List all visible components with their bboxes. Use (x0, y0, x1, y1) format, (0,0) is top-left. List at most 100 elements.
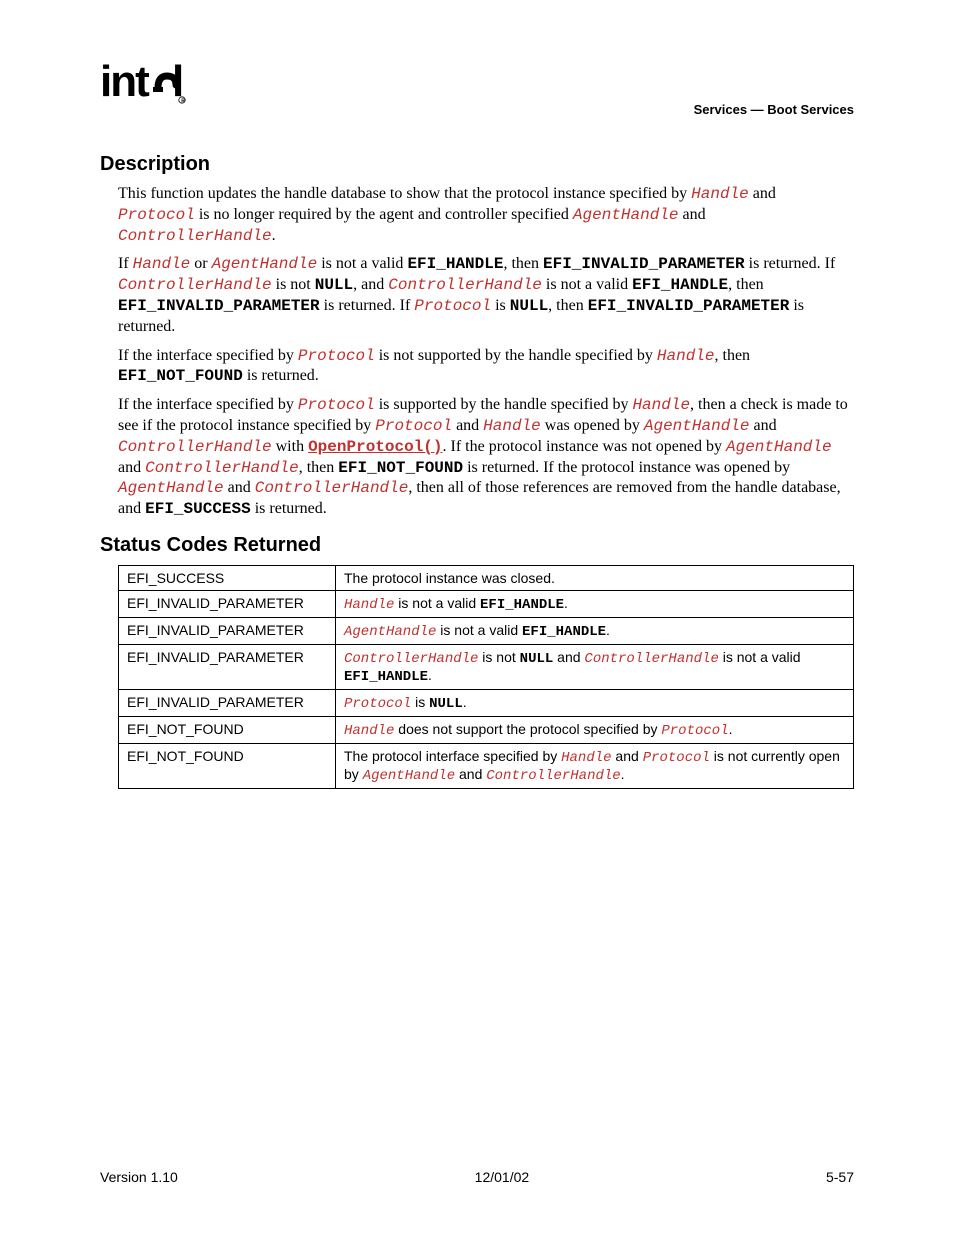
param-handle: Handle (632, 396, 690, 414)
param-handle: Handle (483, 417, 541, 435)
status-code: EFI_NOT_FOUND (119, 716, 336, 743)
description-heading: Description (100, 153, 854, 176)
text: is not a valid (394, 595, 480, 611)
text: The protocol interface specified by (344, 748, 561, 764)
text: is (411, 694, 429, 710)
param-protocol: Protocol (298, 347, 375, 365)
param: ControllerHandle (344, 651, 478, 667)
param-controllerhandle: ControllerHandle (118, 438, 272, 456)
status-description: ControllerHandle is not NULL and Control… (336, 644, 854, 689)
text: and (749, 185, 776, 202)
footer-version: Version 1.10 (100, 1169, 178, 1185)
text: and (750, 417, 777, 434)
description-paragraph-3: If the interface specified by Protocol i… (100, 346, 854, 388)
const-efi-success: EFI_SUCCESS (145, 500, 251, 518)
text: with (272, 438, 308, 455)
status-description: Handle is not a valid EFI_HANDLE. (336, 590, 854, 617)
text: . (729, 721, 733, 737)
param-agenthandle: AgentHandle (212, 255, 318, 273)
status-code: EFI_SUCCESS (119, 565, 336, 590)
param: Protocol (643, 750, 710, 766)
text: is no longer required by the agent and c… (195, 206, 573, 223)
table-row: EFI_INVALID_PARAMETER AgentHandle is not… (119, 617, 854, 644)
text: , then (715, 347, 751, 364)
status-codes-heading: Status Codes Returned (100, 534, 854, 557)
text: is returned. If (745, 255, 836, 272)
const-null: NULL (510, 297, 548, 315)
intel-logo: int l R (100, 60, 190, 117)
text: is returned. (243, 367, 319, 384)
param-agenthandle: AgentHandle (644, 417, 750, 435)
text: If the interface specified by (118, 347, 298, 364)
param-protocol: Protocol (414, 297, 491, 315)
description-paragraph-4: If the interface specified by Protocol i… (100, 395, 854, 520)
param-protocol: Protocol (118, 206, 195, 224)
text: is not a valid (436, 622, 522, 638)
text: . (463, 694, 467, 710)
text: is not (478, 649, 519, 665)
status-description: Protocol is NULL. (336, 689, 854, 716)
param-controllerhandle: ControllerHandle (118, 227, 272, 245)
param: Protocol (344, 696, 411, 712)
status-code: EFI_INVALID_PARAMETER (119, 689, 336, 716)
text: , then (299, 459, 339, 476)
table-row: EFI_NOT_FOUND Handle does not support th… (119, 716, 854, 743)
status-description: The protocol interface specified by Hand… (336, 743, 854, 788)
param: Protocol (661, 723, 728, 739)
text: and (455, 766, 486, 782)
text: . (428, 667, 432, 683)
const: NULL (429, 696, 463, 712)
status-code: EFI_INVALID_PARAMETER (119, 617, 336, 644)
text: , then (548, 297, 588, 314)
param-controllerhandle: ControllerHandle (118, 276, 272, 294)
status-code: EFI_INVALID_PARAMETER (119, 644, 336, 689)
const: EFI_HANDLE (480, 597, 564, 613)
status-code: EFI_NOT_FOUND (119, 743, 336, 788)
param: ControllerHandle (486, 768, 620, 784)
text: is not a valid (317, 255, 407, 272)
text: . (564, 595, 568, 611)
table-row: EFI_INVALID_PARAMETER Protocol is NULL. (119, 689, 854, 716)
text: is (491, 297, 510, 314)
text: . (272, 227, 276, 244)
text: is not a valid (542, 276, 632, 293)
param-handle: Handle (657, 347, 715, 365)
text: and (553, 649, 584, 665)
text: If the interface specified by (118, 396, 298, 413)
param-controllerhandle: ControllerHandle (255, 479, 409, 497)
table-row: EFI_INVALID_PARAMETER ControllerHandle i… (119, 644, 854, 689)
text: or (190, 255, 211, 272)
text: and (679, 206, 706, 223)
text: and (612, 748, 643, 764)
text: is returned. (251, 500, 327, 517)
footer-date: 12/01/02 (475, 1169, 530, 1185)
description-paragraph-2: If Handle or AgentHandle is not a valid … (100, 254, 854, 337)
text: If (118, 255, 133, 272)
param-controllerhandle: ControllerHandle (145, 459, 299, 477)
status-code: EFI_INVALID_PARAMETER (119, 590, 336, 617)
param: Handle (561, 750, 611, 766)
const: EFI_HANDLE (522, 624, 606, 640)
param-handle: Handle (691, 185, 749, 203)
param: AgentHandle (363, 768, 455, 784)
page-footer: Version 1.10 12/01/02 5-57 (100, 1169, 854, 1185)
text: This function updates the handle databas… (118, 185, 691, 202)
param: Handle (344, 597, 394, 613)
const-efi-invalid-parameter: EFI_INVALID_PARAMETER (588, 297, 790, 315)
const-efi-invalid-parameter: EFI_INVALID_PARAMETER (543, 255, 745, 273)
const-efi-not-found: EFI_NOT_FOUND (118, 367, 243, 385)
param-protocol: Protocol (375, 417, 452, 435)
text: is not (272, 276, 315, 293)
const: NULL (520, 651, 554, 667)
page-header: int l R Services — Boot Services (100, 60, 854, 117)
link-openprotocol[interactable]: OpenProtocol() (308, 438, 442, 456)
status-codes-table: EFI_SUCCESS The protocol instance was cl… (118, 565, 854, 789)
text: and (118, 459, 145, 476)
table-row: EFI_NOT_FOUND The protocol interface spe… (119, 743, 854, 788)
text: and (224, 479, 255, 496)
const: EFI_HANDLE (344, 669, 428, 685)
const-efi-handle: EFI_HANDLE (407, 255, 503, 273)
text: . (621, 766, 625, 782)
const-efi-handle: EFI_HANDLE (632, 276, 728, 294)
text: , then (728, 276, 764, 293)
